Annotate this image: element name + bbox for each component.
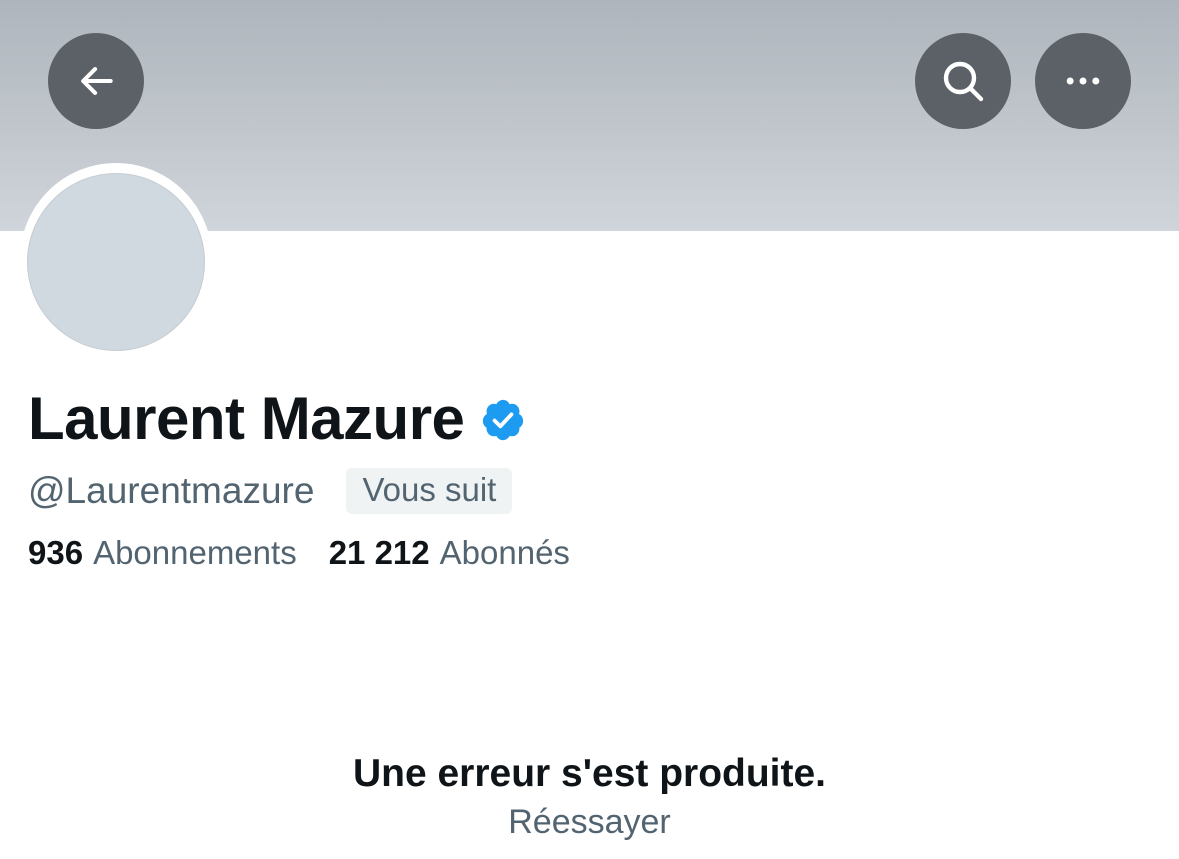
- profile-handle: @Laurentmazure: [28, 470, 315, 511]
- following-label: Abonnements: [93, 534, 297, 571]
- following-count: 936: [28, 534, 84, 571]
- avatar-frame: [20, 163, 212, 355]
- follows-you-badge: Vous suit: [346, 468, 513, 514]
- following-link[interactable]: 936 Abonnements: [28, 534, 297, 572]
- handle-row: @Laurentmazure Vous suit: [28, 468, 513, 514]
- retry-button[interactable]: Réessayer: [0, 803, 1179, 842]
- follow-stats: 936 Abonnements 21 212 Abonnés: [28, 531, 570, 575]
- followers-count: 21 212: [328, 534, 430, 571]
- avatar[interactable]: [27, 173, 205, 351]
- arrow-left-icon: [81, 67, 113, 95]
- search-icon: [943, 61, 984, 102]
- followers-link[interactable]: 21 212 Abonnés: [329, 534, 570, 572]
- more-horizontal-icon: [1066, 77, 1100, 85]
- back-button[interactable]: [48, 33, 144, 129]
- followers-label: Abonnés: [439, 534, 570, 571]
- more-options-button[interactable]: [1035, 33, 1131, 129]
- verified-badge-icon: [483, 399, 524, 441]
- search-button[interactable]: [915, 33, 1011, 129]
- error-message: Une erreur s'est produite.: [352, 752, 827, 795]
- profile-name: Laurent Mazure: [28, 384, 465, 452]
- profile-name-row: Laurent Mazure: [28, 382, 526, 454]
